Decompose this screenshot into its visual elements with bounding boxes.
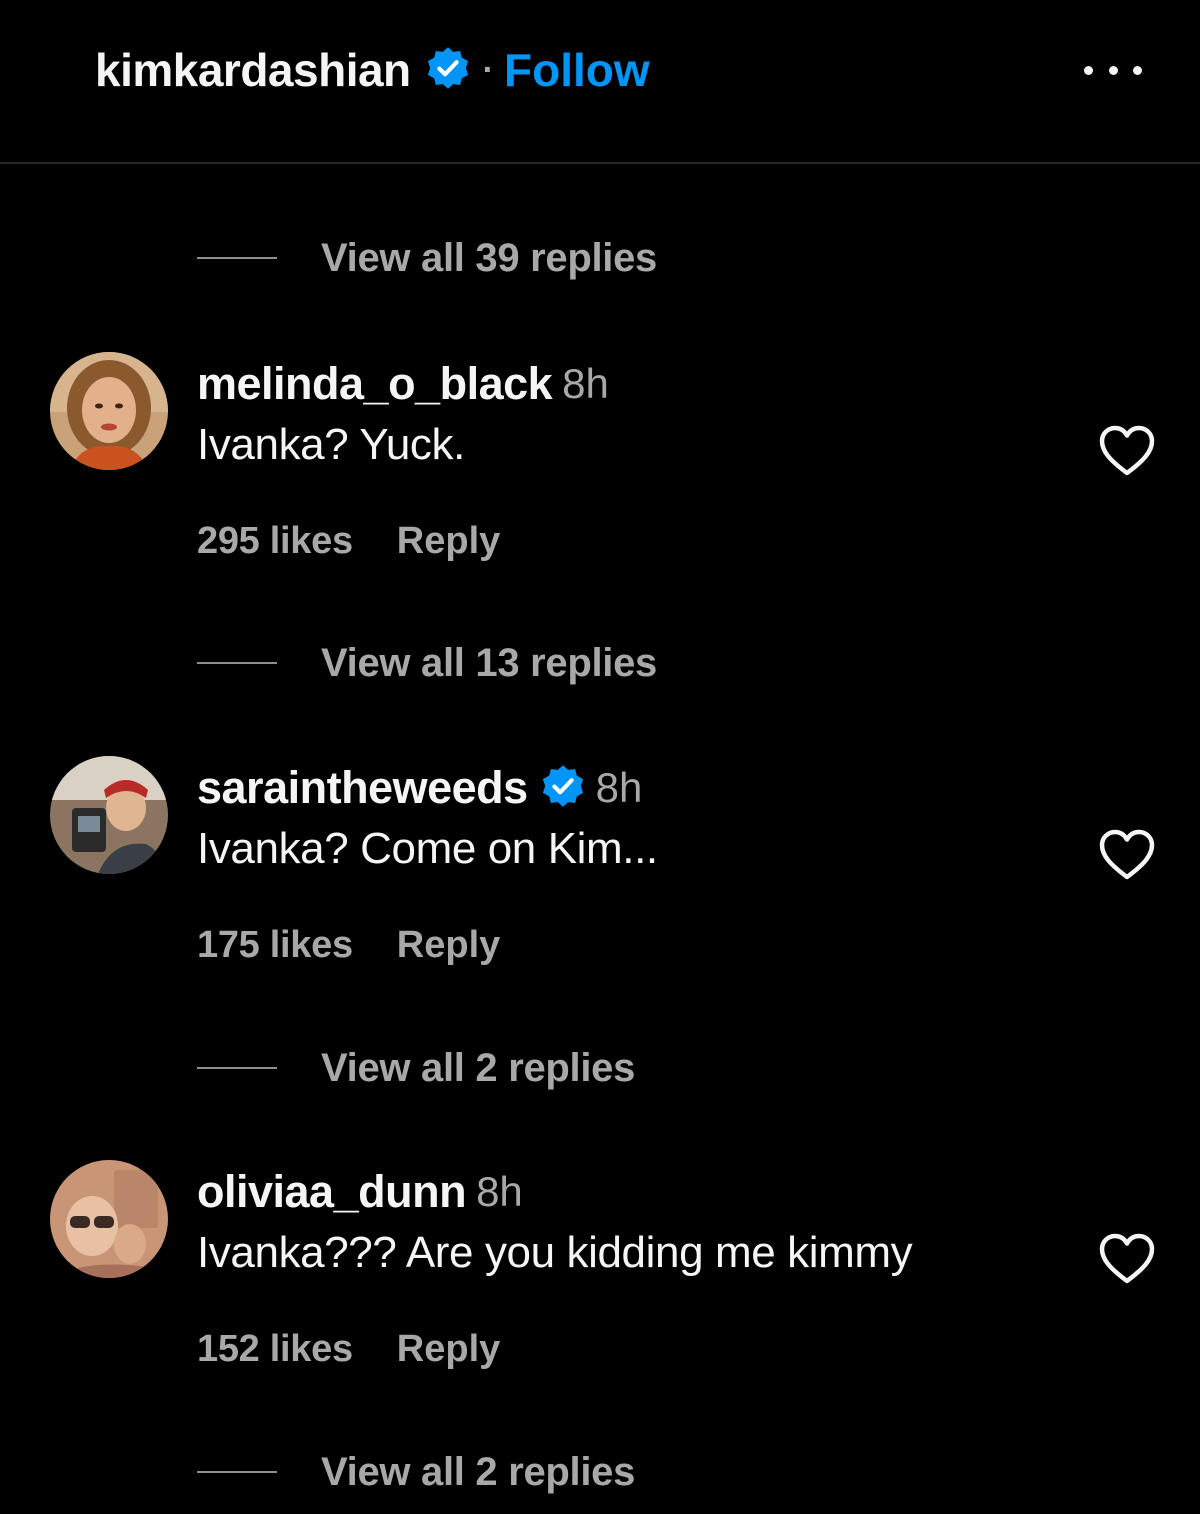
follow-button[interactable]: Follow xyxy=(504,43,650,97)
comment-item: saraintheweeds 8h Ivanka? Come on Kim...… xyxy=(0,756,1200,986)
comment-item: melinda_o_black 8h Ivanka? Yuck. 295 lik… xyxy=(0,352,1200,582)
divider-line xyxy=(197,1067,277,1069)
comment-timestamp[interactable]: 8h xyxy=(562,360,609,408)
comment-actions: 175 likes Reply xyxy=(197,920,500,970)
avatar[interactable] xyxy=(50,756,168,874)
view-replies-label: View all 13 replies xyxy=(321,640,657,685)
comment-item: oliviaa_dunn 8h Ivanka??? Are you kiddin… xyxy=(0,1160,1200,1390)
comment-text: Ivanka??? Are you kidding me kimmy xyxy=(197,1228,913,1277)
header-separator: · xyxy=(482,50,494,89)
likes-count[interactable]: 175 likes xyxy=(197,924,353,967)
post-author: kimkardashian · Follow xyxy=(95,40,650,100)
view-replies-button[interactable]: View all 39 replies xyxy=(197,233,657,283)
post-comments-panel: kimkardashian · Follow View all 39 repli… xyxy=(0,0,1200,1514)
comment-actions: 152 likes Reply xyxy=(197,1324,500,1374)
comment-header: melinda_o_black 8h xyxy=(197,356,609,412)
avatar[interactable] xyxy=(50,1160,168,1278)
avatar[interactable] xyxy=(50,352,168,470)
view-replies-button[interactable]: View all 2 replies xyxy=(197,1043,635,1093)
comment-header: saraintheweeds 8h xyxy=(197,760,642,816)
verified-badge-icon xyxy=(540,763,586,814)
like-heart-icon[interactable] xyxy=(1098,828,1156,882)
likes-count[interactable]: 295 likes xyxy=(197,520,353,563)
verified-badge-icon xyxy=(425,45,471,96)
author-username[interactable]: kimkardashian xyxy=(95,43,411,97)
comment-header: oliviaa_dunn 8h xyxy=(197,1164,523,1220)
post-header: kimkardashian · Follow xyxy=(0,0,1200,164)
reply-button[interactable]: Reply xyxy=(397,924,500,967)
divider-line xyxy=(197,257,277,259)
likes-count[interactable]: 152 likes xyxy=(197,1328,353,1371)
like-heart-icon[interactable] xyxy=(1098,424,1156,478)
comment-text: Ivanka? Come on Kim... xyxy=(197,824,658,873)
comment-timestamp[interactable]: 8h xyxy=(596,764,643,812)
divider-line xyxy=(197,1471,277,1473)
divider-line xyxy=(197,662,277,664)
view-replies-label: View all 2 replies xyxy=(321,1045,636,1090)
view-replies-label: View all 39 replies xyxy=(321,235,657,280)
comment-actions: 295 likes Reply xyxy=(197,516,500,566)
comment-username[interactable]: oliviaa_dunn xyxy=(197,1166,467,1218)
reply-button[interactable]: Reply xyxy=(397,1328,500,1371)
view-replies-label: View all 2 replies xyxy=(321,1449,636,1494)
comment-username[interactable]: melinda_o_black xyxy=(197,358,553,410)
more-horizontal-icon[interactable] xyxy=(1080,50,1146,90)
comment-username[interactable]: saraintheweeds xyxy=(197,762,528,814)
view-replies-button[interactable]: View all 2 replies xyxy=(197,1447,635,1497)
comment-timestamp[interactable]: 8h xyxy=(476,1168,523,1216)
view-replies-button[interactable]: View all 13 replies xyxy=(197,638,657,688)
reply-button[interactable]: Reply xyxy=(397,520,500,563)
like-heart-icon[interactable] xyxy=(1098,1232,1156,1286)
comment-text: Ivanka? Yuck. xyxy=(197,420,465,469)
